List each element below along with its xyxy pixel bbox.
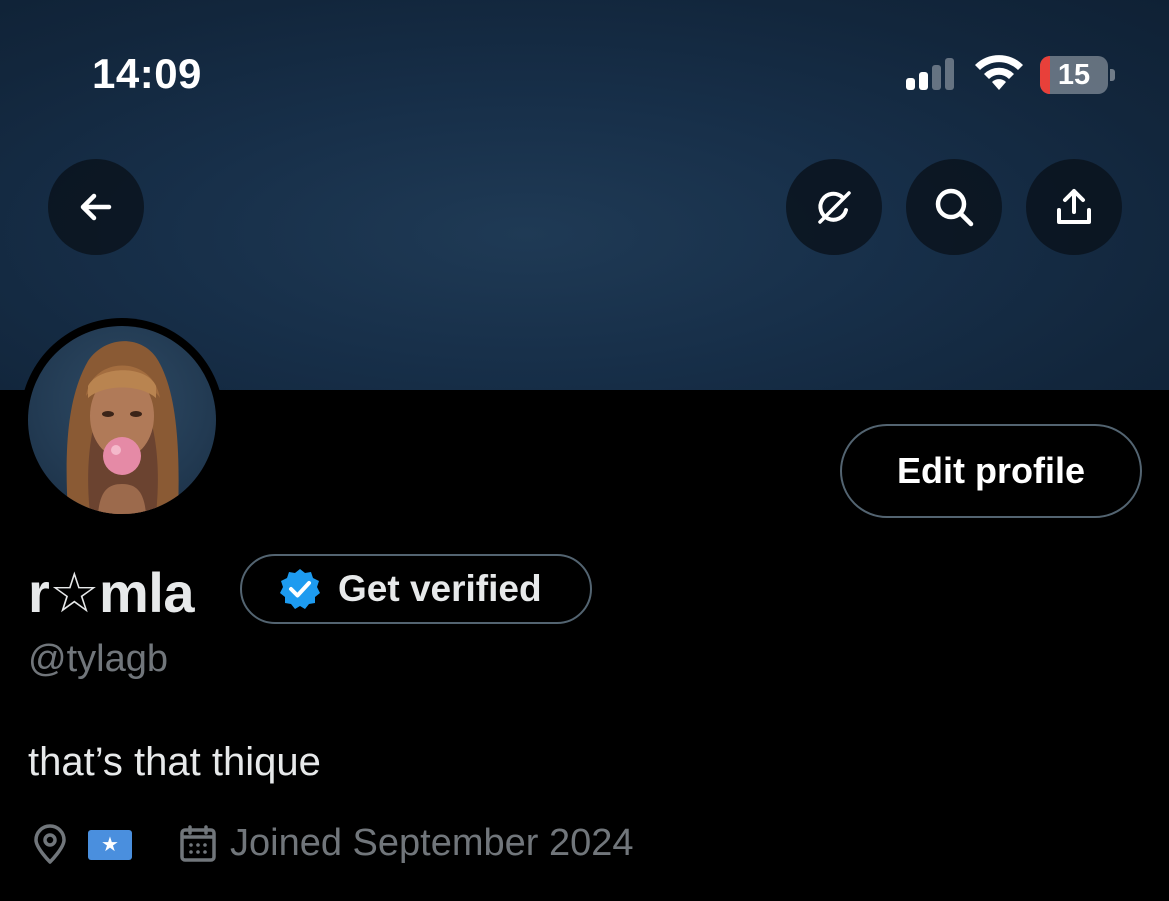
display-name: r☆mla [28, 561, 195, 624]
search-button[interactable] [906, 159, 1002, 255]
user-handle: @tylagb [28, 638, 168, 680]
share-icon [1057, 189, 1091, 224]
battery-percent: 15 [1057, 59, 1091, 91]
grok-button[interactable] [786, 159, 882, 255]
grok-icon [818, 191, 851, 224]
battery-indicator: 15 [1040, 56, 1118, 94]
location-icon [34, 824, 66, 864]
back-button[interactable] [48, 159, 144, 255]
get-verified-label: Get verified [338, 568, 542, 609]
profile-avatar[interactable] [20, 318, 224, 522]
arrow-left-icon [80, 193, 112, 221]
profile-bio: that’s that thique [28, 740, 321, 784]
wifi-icon [975, 55, 1023, 90]
cellular-signal-icon [906, 58, 958, 90]
search-icon [935, 188, 974, 227]
status-time: 14:09 [92, 50, 202, 97]
calendar-icon [180, 825, 216, 862]
joined-date: Joined September 2024 [230, 822, 634, 864]
avatar-photo [66, 341, 179, 514]
verified-badge-icon [280, 569, 320, 609]
edit-profile-button[interactable]: Edit profile [840, 424, 1142, 518]
location-flag: ★ [88, 830, 132, 860]
share-button[interactable] [1026, 159, 1122, 255]
get-verified-button[interactable]: Get verified [240, 554, 592, 624]
